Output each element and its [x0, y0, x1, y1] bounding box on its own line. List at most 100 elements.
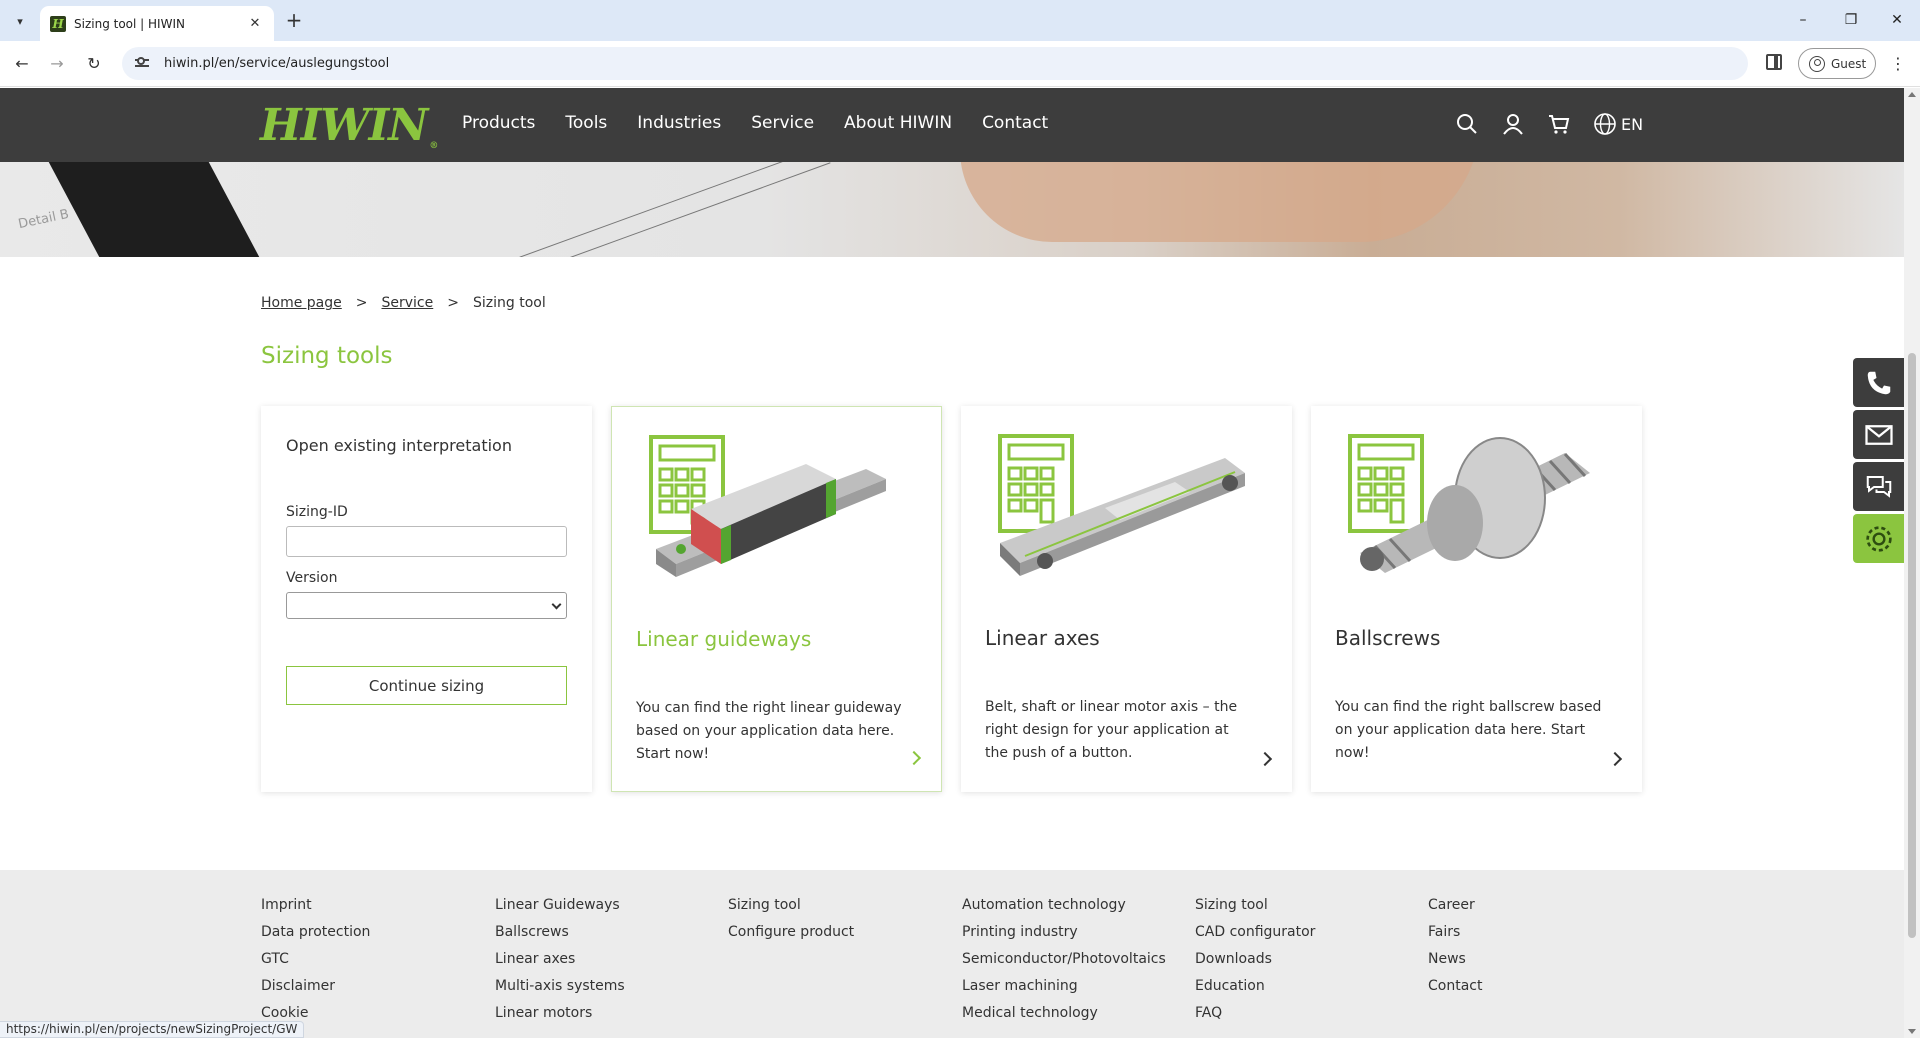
scroll-up-arrow-icon[interactable] — [1908, 92, 1916, 97]
back-arrow-icon[interactable]: ← — [11, 53, 33, 75]
version-select[interactable] — [286, 592, 567, 619]
browser-tab-bar: ▾ H Sizing tool | HIWIN ✕ + – ❐ ✕ — [0, 0, 1920, 41]
hiwin-logo[interactable]: HIWIN ® — [260, 100, 438, 151]
card-title: Linear axes — [985, 626, 1100, 650]
linear-axis-product-image — [998, 434, 1245, 576]
search-icon[interactable] — [1455, 112, 1479, 136]
ballscrews-card[interactable]: Ballscrews You can find the right ballsc… — [1311, 406, 1642, 792]
side-panel-icon[interactable] — [1766, 54, 1782, 70]
page-title: Sizing tools — [261, 343, 393, 369]
sizing-id-input[interactable] — [286, 526, 567, 557]
footer-link[interactable]: Linear axes — [495, 950, 625, 968]
footer-link[interactable]: Semiconductor/Photovoltaics — [962, 950, 1166, 968]
breadcrumb-current: Sizing tool — [472, 295, 546, 311]
nav-tools[interactable]: Tools — [565, 113, 607, 133]
tab-search-chevron-icon[interactable]: ▾ — [8, 9, 32, 33]
footer-link[interactable]: Linear motors — [495, 1004, 625, 1022]
nav-contact[interactable]: Contact — [982, 113, 1048, 133]
linear-axes-card[interactable]: Linear axes Belt, shaft or linear motor … — [961, 406, 1292, 792]
language-switcher[interactable]: EN — [1593, 112, 1643, 136]
footer-link[interactable]: Cookie — [261, 1004, 370, 1022]
email-widget[interactable] — [1853, 410, 1904, 459]
footer-link[interactable]: Fairs — [1428, 923, 1482, 941]
linear-guideway-product-image — [649, 435, 886, 577]
cart-icon[interactable] — [1547, 112, 1571, 136]
footer-link[interactable]: Data protection — [261, 923, 370, 941]
contact-side-widgets — [1853, 358, 1904, 563]
footer-link[interactable]: Career — [1428, 896, 1482, 914]
breadcrumb-home[interactable]: Home page — [261, 295, 342, 311]
page-scrollbar[interactable] — [1904, 88, 1920, 1038]
hero-banner: Detail B — [0, 162, 1904, 257]
profile-label: Guest — [1831, 56, 1867, 71]
footer-link[interactable]: Imprint — [261, 896, 370, 914]
footer-link[interactable]: CAD configurator — [1195, 923, 1315, 941]
tab-title: Sizing tool | HIWIN — [74, 16, 185, 31]
restore-icon[interactable]: ❐ — [1838, 8, 1864, 32]
profile-icon — [1809, 55, 1825, 72]
breadcrumb-service[interactable]: Service — [382, 295, 434, 311]
breadcrumb: Home page > Service > Sizing tool — [261, 295, 546, 311]
footer-link[interactable]: GTC — [261, 950, 370, 968]
chevron-down-icon — [551, 599, 562, 610]
footer-link[interactable]: Ballscrews — [495, 923, 625, 941]
tab-close-icon[interactable]: ✕ — [246, 16, 264, 31]
nav-industries[interactable]: Industries — [637, 113, 721, 133]
nav-about[interactable]: About HIWIN — [844, 113, 952, 133]
user-icon[interactable] — [1501, 112, 1525, 136]
footer-link[interactable]: Automation technology — [962, 896, 1166, 914]
window-close-icon[interactable]: ✕ — [1884, 8, 1910, 32]
mail-icon — [1864, 424, 1893, 445]
scrollbar-thumb[interactable] — [1908, 353, 1916, 938]
chevron-right-icon[interactable] — [1257, 751, 1273, 767]
browser-tab[interactable]: H Sizing tool | HIWIN ✕ — [40, 6, 274, 41]
profile-button[interactable]: Guest — [1798, 48, 1876, 79]
card-title: Linear guideways — [636, 627, 812, 651]
footer-link[interactable]: FAQ — [1195, 1004, 1315, 1022]
sizing-id-label: Sizing-ID — [286, 504, 348, 520]
browser-toolbar: ← → ↻ hiwin.pl/en/service/auslegungstool… — [0, 41, 1920, 87]
footer-link[interactable]: Multi-axis systems — [495, 977, 625, 995]
footer-link[interactable]: News — [1428, 950, 1482, 968]
footer-link[interactable]: Downloads — [1195, 950, 1315, 968]
footer-link[interactable]: Disclaimer — [261, 977, 370, 995]
header-icons: EN — [1455, 112, 1643, 136]
chevron-right-icon[interactable] — [906, 750, 922, 766]
chevron-right-icon[interactable] — [1607, 751, 1623, 767]
nav-products[interactable]: Products — [462, 113, 535, 133]
breadcrumb-separator: > — [355, 295, 368, 311]
site-info-icon[interactable] — [134, 56, 150, 72]
reload-icon[interactable]: ↻ — [83, 53, 105, 75]
footer-link[interactable]: Sizing tool — [728, 896, 854, 914]
footer-link[interactable]: Printing industry — [962, 923, 1166, 941]
footer-link[interactable]: Medical technology — [962, 1004, 1166, 1022]
minimize-icon[interactable]: – — [1790, 8, 1816, 32]
version-label: Version — [286, 570, 338, 586]
gear-icon — [1865, 525, 1892, 552]
footer-link[interactable]: Configure product — [728, 923, 854, 941]
footer-link[interactable]: Education — [1195, 977, 1315, 995]
card-description: You can find the right ballscrew based o… — [1335, 699, 1602, 761]
more-menu-icon[interactable]: ⋮ — [1890, 52, 1906, 76]
chat-icon — [1866, 475, 1891, 498]
linear-guideways-card[interactable]: Linear guideways You can find the right … — [611, 406, 942, 792]
address-bar[interactable]: hiwin.pl/en/service/auslegungstool — [122, 47, 1748, 80]
card-description: You can find the right linear guideway b… — [636, 700, 902, 762]
card-title: Ballscrews — [1335, 626, 1441, 650]
chat-widget[interactable] — [1853, 462, 1904, 511]
site-footer: Imprint Data protection GTC Disclaimer C… — [0, 870, 1904, 1038]
nav-service[interactable]: Service — [751, 113, 814, 133]
footer-link[interactable]: Contact — [1428, 977, 1482, 995]
footer-col-industries: Automation technology Printing industry … — [962, 896, 1166, 1022]
footer-link[interactable]: Sizing tool — [1195, 896, 1315, 914]
new-tab-plus-icon[interactable]: + — [282, 9, 306, 33]
footer-link[interactable]: Laser machining — [962, 977, 1166, 995]
forward-arrow-icon[interactable]: → — [46, 53, 68, 75]
scroll-down-arrow-icon[interactable] — [1908, 1029, 1916, 1034]
phone-widget[interactable] — [1853, 358, 1904, 407]
continue-sizing-button[interactable]: Continue sizing — [286, 666, 567, 705]
footer-link[interactable]: Linear Guideways — [495, 896, 625, 914]
url-text[interactable]: hiwin.pl/en/service/auslegungstool — [164, 56, 389, 71]
footer-col-tools: Sizing tool Configure product — [728, 896, 854, 941]
sizing-tool-widget[interactable] — [1853, 514, 1904, 563]
